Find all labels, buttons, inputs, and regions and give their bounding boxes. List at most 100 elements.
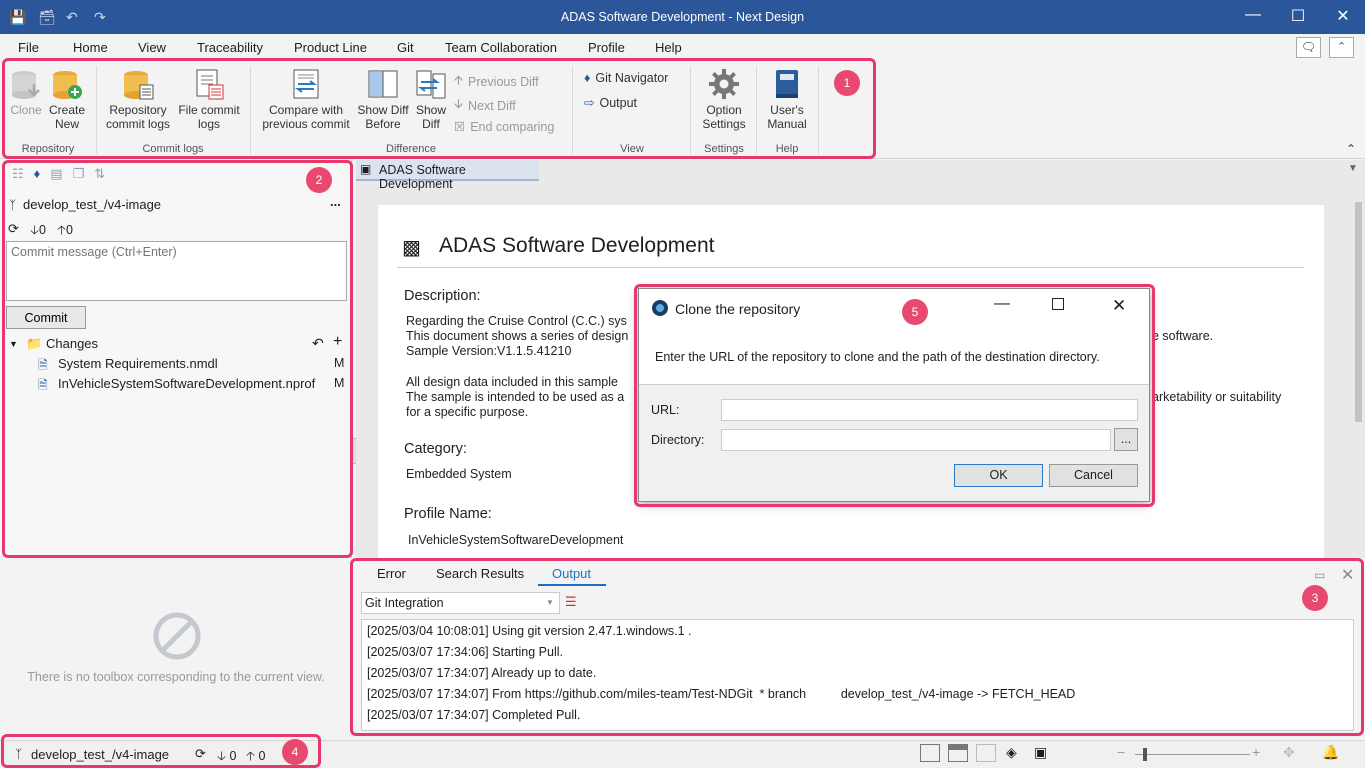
- stage-all-icon[interactable]: +: [333, 333, 342, 351]
- zoom-in-icon[interactable]: +: [1252, 744, 1260, 760]
- scrollbar-thumb[interactable]: [1355, 202, 1362, 422]
- commit-button[interactable]: Commit: [6, 306, 86, 329]
- close-panel-icon[interactable]: ✕: [1341, 565, 1354, 585]
- output-icon: ⇨: [584, 96, 595, 110]
- group-difference: Difference: [386, 143, 436, 155]
- menu-team-collaboration[interactable]: Team Collaboration: [445, 40, 557, 55]
- menu-profile[interactable]: Profile: [588, 40, 625, 55]
- layout-top-icon[interactable]: [948, 744, 968, 762]
- diagram-icon[interactable]: ◈: [1006, 744, 1017, 761]
- menu-bar: File Home View Traceability Product Line…: [0, 34, 1365, 60]
- menu-product-line[interactable]: Product Line: [294, 40, 367, 55]
- output-panel: Error Search Results Output ▭ ✕ Git Inte…: [356, 560, 1365, 740]
- dialog-minimize-button[interactable]: —: [994, 295, 1010, 313]
- branch-icon: ᛉ: [15, 747, 23, 761]
- toolbox-panel: There is no toolbox corresponding to the…: [0, 558, 352, 740]
- more-options-button[interactable]: ...: [330, 194, 341, 209]
- repository-commit-logs-button[interactable]: Repository commit logs: [104, 68, 172, 131]
- database-log-icon: [122, 68, 154, 100]
- file-name: System Requirements.nmdl: [58, 356, 218, 371]
- status-pull-count[interactable]: 🡣 0: [217, 747, 236, 768]
- notification-bell-icon[interactable]: 🔔: [1322, 744, 1339, 761]
- arrow-up-icon: 🡡: [246, 749, 255, 763]
- dialog-header: Enter the URL of the repository to clone…: [639, 327, 1149, 385]
- copy-icon[interactable]: ❐: [73, 166, 95, 181]
- sync-icon[interactable]: ⟳: [8, 221, 19, 237]
- next-diff-button[interactable]: 🡫 Next Diff: [454, 95, 516, 116]
- url-input[interactable]: [721, 399, 1138, 421]
- collapse-ribbon-icon[interactable]: ⌃: [1329, 37, 1354, 58]
- clear-output-icon[interactable]: ☰: [565, 594, 577, 610]
- option-settings-button[interactable]: Option Settings: [698, 68, 750, 131]
- sync-icon[interactable]: ⟳: [195, 746, 206, 762]
- show-diff-before-button[interactable]: Show Diff Before: [356, 68, 410, 131]
- compare-with-previous-commit-button[interactable]: Compare with previous commit: [258, 68, 354, 131]
- stash-icon[interactable]: ▤: [50, 166, 72, 181]
- dialog-maximize-button[interactable]: [1052, 298, 1064, 310]
- log-line: [2025/03/04 10:08:01] Using git version …: [367, 624, 692, 638]
- url-label: URL:: [651, 403, 680, 417]
- menu-help[interactable]: Help: [655, 40, 682, 55]
- title-bar: 💾 🗃 ↶ ↷ ADAS Software Development - Next…: [0, 0, 1365, 34]
- maximize-button[interactable]: ☐: [1283, 6, 1313, 26]
- tab-list-icon[interactable]: ▼: [1348, 163, 1358, 174]
- commit-message-input[interactable]: [6, 241, 347, 301]
- list-item[interactable]: 🗎 System Requirements.nmdl M: [36, 356, 348, 376]
- tab-error[interactable]: Error: [377, 566, 406, 581]
- layout-left-icon[interactable]: [920, 744, 940, 762]
- tab-adas-software-development[interactable]: ▣ ADAS Software Development: [356, 160, 539, 191]
- list-item[interactable]: 🗎 InVehicleSystemSoftwareDevelopment.npr…: [36, 376, 348, 396]
- create-new-button[interactable]: Create New: [46, 68, 88, 131]
- users-manual-button[interactable]: User's Manual: [764, 68, 810, 131]
- status-bar: ᛉ develop_test_/v4-image ⟳ 🡣 0 🡡 0 ◈ ▣ −…: [0, 740, 1365, 768]
- cancel-button[interactable]: Cancel: [1049, 464, 1138, 487]
- tab-search-results[interactable]: Search Results: [436, 566, 524, 581]
- fit-to-window-icon[interactable]: ✥: [1283, 744, 1295, 761]
- collapse-icon[interactable]: ▼: [9, 339, 18, 349]
- browse-button[interactable]: ...: [1114, 428, 1138, 451]
- ribbon-separator: [690, 66, 691, 154]
- git-navigator-button[interactable]: ♦ Git Navigator: [584, 71, 668, 85]
- menu-git[interactable]: Git: [397, 40, 414, 55]
- menu-view[interactable]: View: [138, 40, 166, 55]
- minimize-button[interactable]: —: [1238, 6, 1268, 24]
- merge-icon[interactable]: ⇅: [94, 166, 115, 181]
- zoom-slider-thumb[interactable]: [1143, 748, 1147, 761]
- output-source-value: Git Integration: [365, 596, 444, 610]
- directory-input[interactable]: [721, 429, 1111, 451]
- settings-view-icon[interactable]: ▣: [1034, 744, 1047, 761]
- annotation-badge-3: 3: [1302, 585, 1328, 611]
- menu-traceability[interactable]: Traceability: [197, 40, 263, 55]
- restore-panel-icon[interactable]: ▭: [1314, 568, 1325, 582]
- annotation-badge-1: 1: [834, 70, 860, 96]
- menu-file[interactable]: File: [18, 40, 39, 55]
- ok-button[interactable]: OK: [954, 464, 1043, 487]
- output-source-select[interactable]: Git Integration ▼: [361, 592, 560, 614]
- feedback-icon[interactable]: 🗨: [1296, 37, 1321, 58]
- arrow-up-icon: 🡡: [57, 223, 66, 237]
- menu-home[interactable]: Home: [73, 40, 108, 55]
- previous-diff-button[interactable]: 🡩 Previous Diff: [454, 71, 539, 92]
- status-branch[interactable]: develop_test_/v4-image: [31, 747, 169, 762]
- file-commit-logs-button[interactable]: File commit logs: [176, 68, 242, 131]
- tab-output[interactable]: Output: [552, 566, 591, 581]
- end-comparing-button[interactable]: ☒ End comparing: [454, 119, 554, 135]
- branches-icon[interactable]: ☷: [12, 166, 34, 181]
- status-push-count[interactable]: 🡡 0: [246, 747, 265, 768]
- layout-split-icon[interactable]: [976, 744, 996, 762]
- discard-icon[interactable]: ↶: [312, 335, 324, 352]
- pull-count[interactable]: 🡣0: [30, 221, 46, 242]
- profile-name-value: InVehicleSystemSoftwareDevelopment: [408, 533, 624, 547]
- vertical-scrollbar[interactable]: [1354, 196, 1363, 554]
- current-branch[interactable]: develop_test_/v4-image: [23, 197, 161, 212]
- clone-button[interactable]: Clone: [8, 68, 44, 117]
- dialog-close-button[interactable]: ✕: [1112, 296, 1126, 316]
- zoom-slider[interactable]: [1135, 754, 1250, 755]
- show-diff-button[interactable]: Show Diff: [412, 68, 450, 131]
- git-icon[interactable]: ♦: [34, 166, 51, 181]
- close-button[interactable]: ✕: [1328, 6, 1358, 26]
- push-count[interactable]: 🡡0: [57, 221, 73, 242]
- output-button[interactable]: ⇨ Output: [584, 95, 637, 111]
- ribbon-collapse-icon[interactable]: ⌃: [1346, 142, 1356, 156]
- zoom-out-icon[interactable]: −: [1117, 744, 1125, 760]
